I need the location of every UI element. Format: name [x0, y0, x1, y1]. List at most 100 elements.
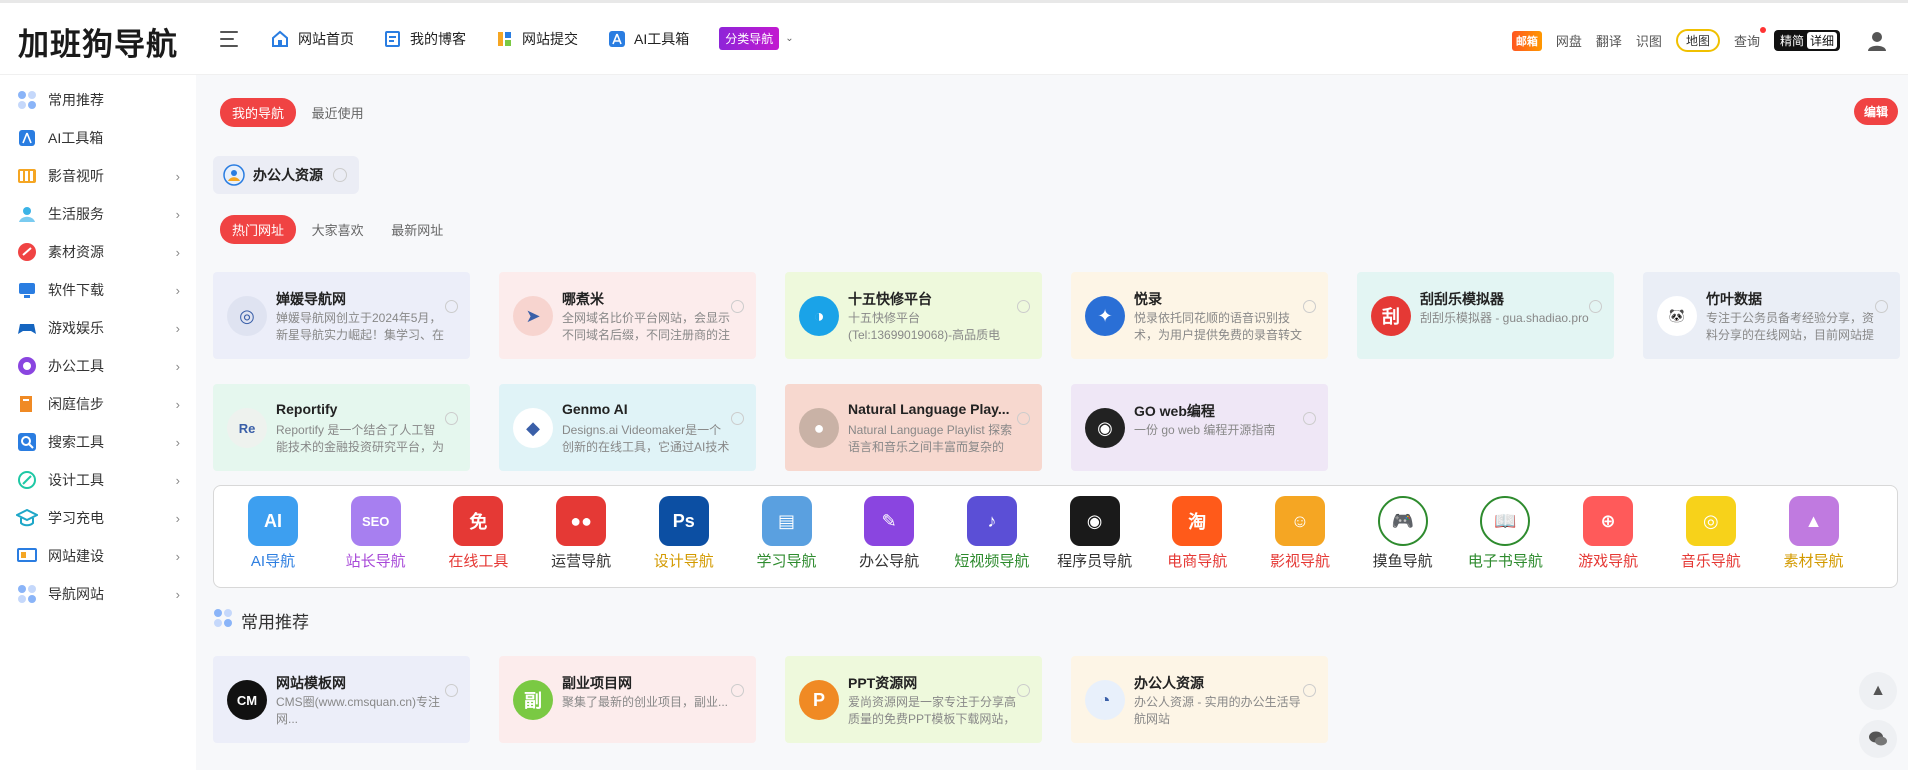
tab-my-nav[interactable]: 我的导航 [220, 98, 297, 127]
quick-nav-icon: 📖 [1480, 496, 1531, 546]
sidebar-item-video[interactable]: 影音视听 › [16, 161, 184, 191]
quick-nav-item[interactable]: ☺ 影视导航 [1255, 496, 1345, 571]
edit-button[interactable]: 编辑 [1854, 98, 1899, 125]
software-icon [16, 279, 38, 301]
menu-toggle-icon[interactable] [220, 31, 242, 49]
quick-nav-label: 素材导航 [1783, 553, 1844, 570]
sidebar-item-nav-site[interactable]: 导航网站 › [16, 579, 184, 609]
info-icon[interactable] [731, 300, 744, 313]
sidebar-item-website-build[interactable]: 网站建设 › [16, 541, 184, 571]
quick-nav-item[interactable]: ▤ 学习导航 [742, 496, 832, 571]
mail-link[interactable]: 邮箱 [1511, 30, 1542, 51]
info-icon[interactable] [1303, 300, 1316, 313]
site-logo-icon: Re [227, 408, 267, 448]
wechat-button[interactable] [1859, 720, 1897, 758]
map-link[interactable]: 地图 [1675, 29, 1720, 52]
sidebar-item-ai-toolbox[interactable]: AI工具箱 [16, 123, 184, 153]
quick-nav-item[interactable]: ♪ 短视频导航 [947, 496, 1037, 571]
info-icon[interactable] [1017, 300, 1030, 313]
quick-nav-label: 影视导航 [1269, 553, 1330, 570]
query-link[interactable]: 查询 [1734, 27, 1766, 50]
nav-submit[interactable]: 网站提交 [496, 29, 578, 49]
site-logo[interactable]: 加班狗导航 [18, 19, 178, 64]
home-icon [272, 30, 288, 47]
site-card[interactable]: CM 网站模板网 CMS圈(www.cmsquan.cn)专注网... [213, 656, 470, 743]
site-card[interactable]: ➤ 哪煮米 全网域名比价平台网站，会显示不同域名后缀，不同注册商的注 [499, 272, 756, 359]
back-to-top-button[interactable]: ▲ [1859, 672, 1897, 710]
quick-nav-item[interactable]: ◎ 音乐导航 [1666, 496, 1756, 571]
sidebar-item-life-service[interactable]: 生活服务 › [16, 199, 184, 229]
nav-ai-toolbox[interactable]: AI工具箱 [608, 29, 689, 49]
nav-home[interactable]: 网站首页 [270, 29, 354, 49]
info-icon[interactable] [1303, 684, 1316, 697]
site-card[interactable]: 副 副业项目网 聚集了最新的创业项目，副业... [499, 656, 756, 743]
quick-nav-item[interactable]: ●● 运营导航 [536, 496, 626, 571]
tab-recent[interactable]: 最近使用 [300, 98, 376, 127]
info-icon[interactable] [445, 412, 458, 425]
info-icon[interactable] [1589, 300, 1602, 313]
image-recognize-link[interactable]: 识图 [1636, 31, 1662, 50]
sidebar-item-search[interactable]: 搜索工具 › [16, 427, 184, 457]
site-card[interactable]: 🐼 竹叶数据 专注于公务员备考经验分享，资料分享的在线网站，目前网站提 [1643, 272, 1900, 359]
quick-nav-icon: ♪ [966, 496, 1017, 546]
quick-nav-label: 办公导航 [859, 553, 920, 570]
user-icon[interactable] [1866, 30, 1888, 52]
tab-newest[interactable]: 最新网址 [379, 215, 455, 244]
info-icon[interactable] [1303, 412, 1316, 425]
view-detailed[interactable]: 详细 [1806, 32, 1837, 49]
sidebar-item-office[interactable]: 办公工具 › [16, 351, 184, 381]
info-icon[interactable] [1017, 684, 1030, 697]
info-icon[interactable] [445, 684, 458, 697]
quick-nav-item[interactable]: 免在线工具 [433, 496, 523, 571]
site-card[interactable]: ◉ GO web编程 一份 go web 编程开源指南 [1071, 384, 1328, 471]
tab-favorites[interactable]: 大家喜欢 [300, 215, 376, 244]
site-card[interactable]: ◆ Genmo AI Designs.ai Videomaker是一个创新的在线… [499, 384, 756, 471]
quick-nav-item[interactable]: ◉ 程序员导航 [1050, 496, 1140, 571]
quick-nav-icon: ◎ [1685, 496, 1736, 546]
sidebar-item-game[interactable]: 游戏娱乐 › [16, 313, 184, 343]
info-icon[interactable] [731, 684, 744, 697]
info-icon[interactable] [1875, 300, 1888, 313]
chevron-right-icon: › [175, 472, 180, 488]
quick-nav-item[interactable]: 📖 电子书导航 [1460, 496, 1550, 571]
sidebar-item-leisure[interactable]: 闲庭信步 › [16, 389, 184, 419]
info-icon[interactable] [1017, 412, 1030, 425]
site-card[interactable]: ◑ 十五快修平台 十五快修平台(Tel:13699019068)-高品质电脑、手… [785, 272, 1042, 359]
site-card[interactable]: ● Natural Language Play... Natural Langu… [785, 384, 1042, 471]
sidebar-item-software[interactable]: 软件下载 › [16, 275, 184, 305]
site-card[interactable]: ✦ 悦录 悦录依托同花顺的语音识别技术，为用户提供免费的录音转文 [1071, 272, 1328, 359]
search-icon [16, 431, 38, 453]
quick-nav-item[interactable]: Ps 设计导航 [639, 496, 729, 571]
chevron-right-icon: › [175, 510, 180, 526]
site-card[interactable]: Re Reportify Reportify 是一个结合了人工智能技术的金融投资… [213, 384, 470, 471]
sidebar-item-design[interactable]: 设计工具 › [16, 465, 184, 495]
site-card[interactable]: ◔ 办公人资源 办公人资源 - 实用的办公生活导航网站 [1071, 656, 1328, 743]
sidebar-item-material[interactable]: 素材资源 › [16, 237, 184, 267]
site-title: 竹叶数据 [1706, 291, 1762, 307]
translate-link[interactable]: 翻译 [1596, 31, 1622, 50]
site-card[interactable]: P PPT资源网 爱尚资源网是一家专注于分享高质量的免费PPT模板下载网站， [785, 656, 1042, 743]
site-card[interactable]: 刮 刮刮乐模拟器 刮刮乐模拟器 - gua.shadiao.pro [1357, 272, 1614, 359]
quick-nav-item[interactable]: ✎ 办公导航 [844, 496, 934, 571]
info-icon[interactable] [731, 412, 744, 425]
info-icon[interactable] [445, 300, 458, 313]
leisure-icon [16, 393, 38, 415]
quick-nav-item[interactable]: ⊕ 游戏导航 [1563, 496, 1653, 571]
site-card[interactable]: ◎ 婵媛导航网 婵媛导航网创立于2024年5月，新星导航实力崛起！集学习、在 [213, 272, 470, 359]
sidebar-item-study[interactable]: 学习充电 › [16, 503, 184, 533]
quick-nav-label: 电子书导航 [1467, 553, 1543, 570]
quick-nav-item[interactable]: ▲ 素材导航 [1769, 496, 1859, 571]
netdisk-link[interactable]: 网盘 [1556, 31, 1582, 50]
quick-nav-item[interactable]: SEO 站长导航 [331, 496, 421, 571]
nav-category-dropdown[interactable]: 分类导航 ⌄ [719, 27, 794, 50]
nav-blog[interactable]: 我的博客 [384, 29, 466, 49]
quick-nav-item[interactable]: AI AI导航 [228, 496, 318, 571]
view-mode-toggle[interactable]: 精简 详细 [1773, 30, 1840, 51]
sidebar-item-recommend[interactable]: 常用推荐 [16, 85, 184, 115]
view-simplified[interactable]: 精简 [1777, 32, 1807, 49]
section-office-resource[interactable]: 办公人资源 [213, 156, 359, 194]
quick-nav-item[interactable]: 淘电商导航 [1152, 496, 1242, 571]
quick-nav-item[interactable]: 🎮 摸鱼导航 [1358, 496, 1448, 571]
tab-hot-sites[interactable]: 热门网址 [220, 215, 297, 244]
chevron-right-icon: › [175, 320, 180, 336]
